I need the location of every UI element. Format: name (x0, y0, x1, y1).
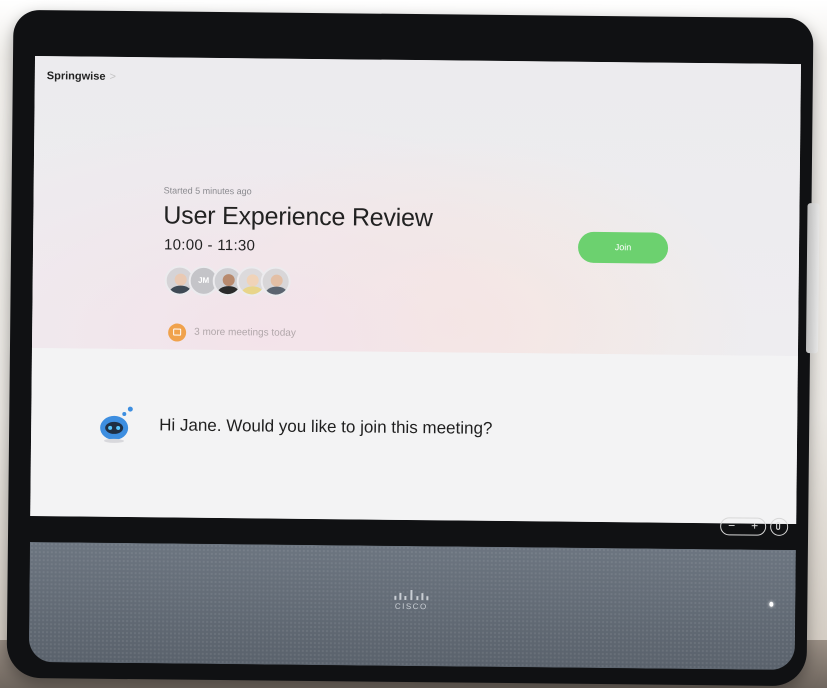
calendar-icon-glyph (173, 328, 182, 336)
meeting-title: User Experience Review (163, 201, 433, 233)
avatar-body (265, 286, 288, 297)
cisco-bar (399, 592, 402, 600)
cisco-bar (394, 595, 396, 600)
cisco-bar (421, 593, 424, 601)
device-side-handle (805, 203, 820, 354)
volume-down-button[interactable]: − (728, 517, 735, 533)
calendar-icon (168, 323, 187, 342)
avatar (260, 266, 291, 297)
touch-screen: Springwise > Started 5 minutes ago User E… (30, 56, 801, 525)
volume-control[interactable]: − + (720, 517, 767, 536)
cisco-webex-desk-device: Springwise > Started 5 minutes ago User E… (6, 9, 820, 687)
meeting-panel: Springwise > Started 5 minutes ago User E… (31, 56, 801, 357)
avatar-body (241, 286, 264, 297)
brand-breadcrumb[interactable]: Springwise > (47, 70, 116, 83)
assistant-panel: Hi Jane. Would you like to join this mee… (30, 348, 798, 525)
chevron-right-icon: > (109, 70, 117, 83)
cisco-bar (404, 595, 406, 600)
avatar-face (246, 274, 259, 287)
bot-icon (100, 406, 133, 443)
mic-icon (776, 521, 781, 530)
cisco-wordmark: CISCO (394, 601, 428, 612)
meeting-status: Started 5 minutes ago (163, 185, 252, 197)
avatar-body (217, 285, 240, 297)
assistant-message: Hi Jane. Would you like to join this mee… (159, 415, 493, 438)
cisco-bar (410, 590, 413, 601)
avatar-body (169, 285, 192, 296)
meeting-time: 10:00 - 11:30 (163, 236, 256, 255)
cisco-bars-icon (390, 590, 432, 601)
more-meetings-text: 3 more meetings today (194, 326, 296, 339)
status-led (769, 601, 774, 607)
speaker-grille: CISCO (28, 542, 796, 671)
cisco-bar (416, 596, 418, 601)
mute-button[interactable] (770, 517, 789, 536)
volume-up-button[interactable]: + (751, 518, 758, 534)
join-button[interactable]: Join (577, 231, 669, 264)
cisco-bar (426, 596, 428, 601)
avatar-face (174, 273, 187, 286)
brand-label: Springwise (46, 70, 106, 83)
avatar-face (270, 274, 283, 287)
cisco-logo: CISCO (381, 590, 441, 612)
avatar-face (222, 274, 235, 287)
